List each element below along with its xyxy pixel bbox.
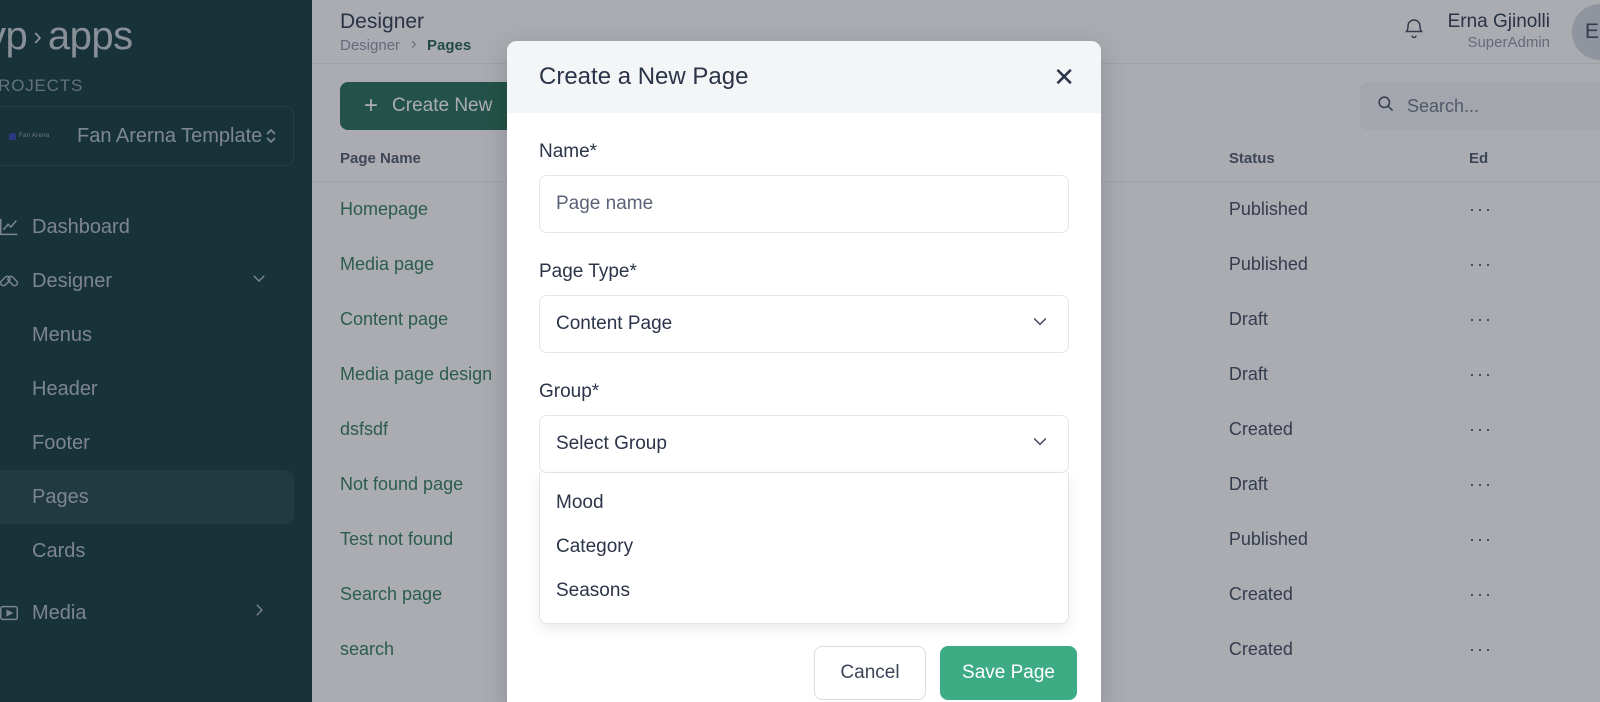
create-page-modal: Create a New Page ✕ Name* Page Type* Con… xyxy=(507,41,1101,702)
name-field-label: Name* xyxy=(539,141,598,162)
modal-body: Name* Page Type* Content Page Group* Sel… xyxy=(507,113,1101,624)
close-icon[interactable]: ✕ xyxy=(1053,64,1075,90)
group-value: Select Group xyxy=(556,433,667,454)
page-type-field-label: Page Type* xyxy=(539,261,637,282)
page-name-input[interactable] xyxy=(539,175,1069,233)
modal-title: Create a New Page xyxy=(539,63,749,90)
group-select[interactable]: Select Group xyxy=(539,415,1069,473)
modal-footer: Cancel Save Page xyxy=(507,625,1101,702)
group-field-label: Group* xyxy=(539,381,600,402)
group-option-category[interactable]: Category xyxy=(540,525,1068,569)
chevron-down-icon xyxy=(1030,431,1050,457)
group-option-mood[interactable]: Mood xyxy=(540,481,1068,525)
page-type-select[interactable]: Content Page xyxy=(539,295,1069,353)
chevron-down-icon xyxy=(1030,311,1050,337)
app-root: vp › apps PROJECTS Fan Arena Fan Arerna … xyxy=(0,0,1600,702)
page-type-value: Content Page xyxy=(556,313,673,334)
group-option-seasons[interactable]: Seasons xyxy=(540,569,1068,613)
save-page-button[interactable]: Save Page xyxy=(940,646,1077,700)
group-select-wrapper: Select Group Mood Category Seasons xyxy=(539,415,1069,624)
cancel-button[interactable]: Cancel xyxy=(814,646,926,700)
group-dropdown-list: Mood Category Seasons xyxy=(539,473,1069,624)
modal-header: Create a New Page ✕ xyxy=(507,41,1101,113)
